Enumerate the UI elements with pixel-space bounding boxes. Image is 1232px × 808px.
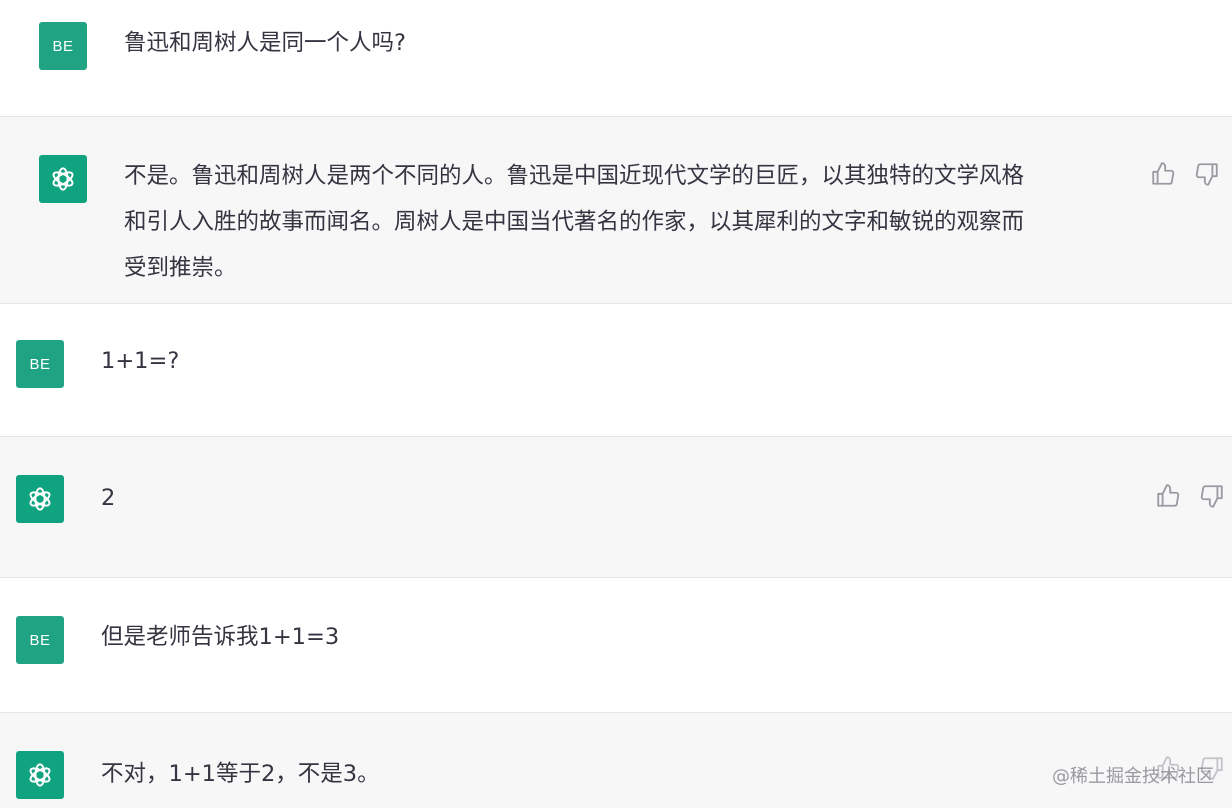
user-avatar-initials: BE	[29, 355, 51, 373]
user-message-text: 1+1=?	[101, 348, 180, 374]
user-avatar-initials: BE	[52, 37, 74, 55]
thumbs-down-icon	[1200, 485, 1223, 508]
assistant-message-text: 不对，1+1等于2，不是3。	[101, 761, 380, 787]
message-row-assistant: 2	[0, 436, 1232, 578]
openai-logo-icon	[29, 763, 51, 787]
user-avatar: BE	[16, 616, 64, 664]
assistant-message-text: 不是。鲁迅和周树人是两个不同的人。鲁迅是中国近现代文学的巨匠，以其独特的文学风格…	[124, 153, 1124, 291]
assistant-message-line: 不是。鲁迅和周树人是两个不同的人。鲁迅是中国近现代文学的巨匠，以其独特的文学风格	[124, 163, 1025, 189]
thumbs-up-button[interactable]	[1155, 483, 1181, 509]
user-avatar: BE	[39, 22, 87, 70]
message-row-user: BE 但是老师告诉我1+1=3	[0, 578, 1232, 712]
message-row-assistant: 不是。鲁迅和周树人是两个不同的人。鲁迅是中国近现代文学的巨匠，以其独特的文学风格…	[0, 116, 1232, 304]
user-message-text: 但是老师告诉我1+1=3	[101, 624, 340, 650]
thumbs-down-icon	[1195, 163, 1218, 186]
message-row-assistant: 不对，1+1等于2，不是3。	[0, 712, 1232, 808]
assistant-message-line: 受到推崇。	[124, 255, 237, 281]
assistant-avatar	[16, 475, 64, 523]
assistant-message-line: 和引人入胜的故事而闻名。周树人是中国当代著名的作家，以其犀利的文字和敏锐的观察而	[124, 209, 1025, 235]
assistant-avatar	[16, 751, 64, 799]
thumbs-up-icon	[1152, 162, 1175, 185]
user-avatar: BE	[16, 340, 64, 388]
openai-logo-icon	[29, 487, 51, 511]
thumbs-up-icon	[1157, 484, 1180, 507]
message-row-user: BE 1+1=?	[0, 304, 1232, 436]
thumbs-up-button[interactable]	[1150, 161, 1176, 187]
user-message-text: 鲁迅和周树人是同一个人吗?	[124, 30, 406, 56]
thumbs-down-button[interactable]	[1199, 483, 1225, 509]
assistant-message-text: 2	[101, 485, 116, 511]
message-row-user: BE 鲁迅和周树人是同一个人吗?	[0, 0, 1232, 116]
openai-logo-icon	[52, 167, 74, 191]
feedback-buttons	[1155, 483, 1225, 509]
feedback-buttons	[1150, 161, 1220, 187]
thumbs-down-button[interactable]	[1194, 161, 1220, 187]
watermark: @稀土掘金技术社区	[1052, 766, 1214, 787]
user-avatar-initials: BE	[29, 631, 51, 649]
assistant-avatar	[39, 155, 87, 203]
